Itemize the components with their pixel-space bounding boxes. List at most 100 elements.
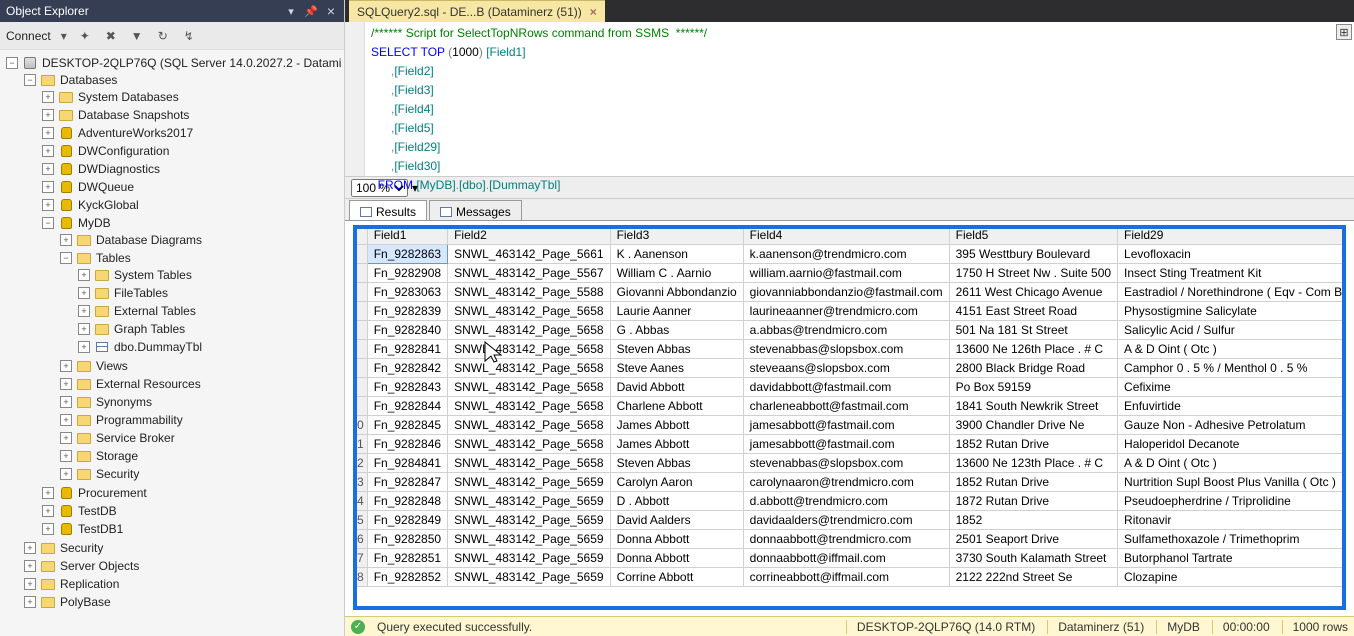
row-number-cell[interactable]: 2: [354, 454, 368, 473]
sql-code[interactable]: /****** Script for SelectTopNRows comman…: [365, 22, 713, 176]
data-cell[interactable]: Enfuvirtide: [1118, 397, 1346, 416]
split-icon[interactable]: ⊞: [1336, 24, 1352, 40]
row-number-cell[interactable]: [354, 321, 368, 340]
table-row[interactable]: Fn_9282839SNWL_483142_Page_5658Laurie Aa…: [354, 302, 1347, 321]
data-cell[interactable]: 1852: [949, 511, 1117, 530]
table-row[interactable]: 6Fn_9282850SNWL_483142_Page_5659Donna Ab…: [354, 530, 1347, 549]
row-number-cell[interactable]: 4: [354, 492, 368, 511]
data-cell[interactable]: David Aalders: [610, 511, 743, 530]
row-number-cell[interactable]: 6: [354, 530, 368, 549]
row-number-cell[interactable]: 5: [354, 511, 368, 530]
database-diagrams-node[interactable]: +Database Diagrams: [58, 232, 344, 248]
table-row[interactable]: Fn_9282844SNWL_483142_Page_5658Charlene …: [354, 397, 1347, 416]
data-cell[interactable]: SNWL_483142_Page_5658: [448, 359, 610, 378]
results-grid[interactable]: Field1 Field2 Field3 Field4 Field5 Field…: [353, 225, 1346, 610]
col-field5[interactable]: Field5: [949, 226, 1117, 245]
data-cell[interactable]: davidabbott@fastmail.com: [743, 378, 949, 397]
data-cell[interactable]: SNWL_483142_Page_5659: [448, 492, 610, 511]
data-cell[interactable]: Charlene Abbott: [610, 397, 743, 416]
data-cell[interactable]: Physostigmine Salicylate: [1118, 302, 1346, 321]
row-number-cell[interactable]: [354, 245, 368, 264]
data-cell[interactable]: Steven Abbas: [610, 340, 743, 359]
data-cell[interactable]: 3900 Chandler Drive Ne: [949, 416, 1117, 435]
tab-close-icon[interactable]: ×: [590, 5, 597, 19]
data-cell[interactable]: Fn_9282841: [367, 340, 447, 359]
table-row[interactable]: 2Fn_9284841SNWL_483142_Page_5658Steven A…: [354, 454, 1347, 473]
data-cell[interactable]: Fn_9282849: [367, 511, 447, 530]
db-mydb[interactable]: −MyDB: [40, 215, 344, 231]
data-cell[interactable]: SNWL_483142_Page_5658: [448, 302, 610, 321]
data-cell[interactable]: Steve Aanes: [610, 359, 743, 378]
data-cell[interactable]: Fn_9284841: [367, 454, 447, 473]
row-number-cell[interactable]: [354, 340, 368, 359]
db-dwconfiguration[interactable]: +DWConfiguration: [40, 143, 344, 159]
data-cell[interactable]: 1750 H Street Nw . Suite 500: [949, 264, 1117, 283]
table-row[interactable]: Fn_9282863SNWL_463142_Page_5661K . Aanen…: [354, 245, 1347, 264]
row-number-cell[interactable]: [354, 378, 368, 397]
data-cell[interactable]: SNWL_483142_Page_5658: [448, 321, 610, 340]
data-cell[interactable]: Butorphanol Tartrate: [1118, 549, 1346, 568]
server-objects-node[interactable]: +Server Objects: [22, 558, 344, 574]
data-cell[interactable]: James Abbott: [610, 435, 743, 454]
system-tables-node[interactable]: +System Tables: [76, 267, 344, 283]
tables-node[interactable]: −Tables: [58, 250, 344, 266]
row-number-cell[interactable]: 0: [354, 416, 368, 435]
data-cell[interactable]: G . Abbas: [610, 321, 743, 340]
data-cell[interactable]: donnaabbott@iffmail.com: [743, 549, 949, 568]
data-cell[interactable]: laurineaanner@trendmicro.com: [743, 302, 949, 321]
data-cell[interactable]: SNWL_463142_Page_5661: [448, 245, 610, 264]
data-cell[interactable]: Cefixime: [1118, 378, 1346, 397]
data-cell[interactable]: giovanniabbondanzio@fastmail.com: [743, 283, 949, 302]
data-cell[interactable]: Donna Abbott: [610, 549, 743, 568]
data-cell[interactable]: 1841 South Newkrik Street: [949, 397, 1117, 416]
system-databases-node[interactable]: +System Databases: [40, 89, 344, 105]
data-cell[interactable]: SNWL_483142_Page_5659: [448, 511, 610, 530]
row-number-cell[interactable]: [354, 264, 368, 283]
data-cell[interactable]: William C . Aarnio: [610, 264, 743, 283]
data-cell[interactable]: jamesabbott@fastmail.com: [743, 416, 949, 435]
table-row[interactable]: 7Fn_9282851SNWL_483142_Page_5659Donna Ab…: [354, 549, 1347, 568]
data-cell[interactable]: SNWL_483142_Page_5658: [448, 378, 610, 397]
table-row[interactable]: 3Fn_9282847SNWL_483142_Page_5659Carolyn …: [354, 473, 1347, 492]
data-cell[interactable]: David Abbott: [610, 378, 743, 397]
table-row[interactable]: Fn_9282908SNWL_483142_Page_5567William C…: [354, 264, 1347, 283]
data-cell[interactable]: 2501 Seaport Drive: [949, 530, 1117, 549]
data-cell[interactable]: Fn_9282908: [367, 264, 447, 283]
data-cell[interactable]: Carolyn Aaron: [610, 473, 743, 492]
data-cell[interactable]: Fn_9282847: [367, 473, 447, 492]
refresh-icon[interactable]: ↻: [155, 28, 171, 44]
table-row[interactable]: Fn_9282841SNWL_483142_Page_5658Steven Ab…: [354, 340, 1347, 359]
data-cell[interactable]: 13600 Ne 123th Place . # C: [949, 454, 1117, 473]
views-node[interactable]: +Views: [58, 358, 344, 374]
data-cell[interactable]: Fn_9282850: [367, 530, 447, 549]
data-cell[interactable]: 2122 222nd Street Se: [949, 568, 1117, 587]
data-cell[interactable]: SNWL_483142_Page_5588: [448, 283, 610, 302]
data-cell[interactable]: stevenabbas@slopsbox.com: [743, 340, 949, 359]
data-cell[interactable]: 1852 Rutan Drive: [949, 473, 1117, 492]
external-tables-node[interactable]: +External Tables: [76, 303, 344, 319]
col-field2[interactable]: Field2: [448, 226, 610, 245]
stop-icon[interactable]: ✖: [103, 28, 119, 44]
data-cell[interactable]: Salicylic Acid / Sulfur: [1118, 321, 1346, 340]
data-cell[interactable]: Fn_9282843: [367, 378, 447, 397]
col-field4[interactable]: Field4: [743, 226, 949, 245]
server-node[interactable]: −DESKTOP-2QLP76Q (SQL Server 14.0.2027.2…: [4, 55, 344, 71]
data-cell[interactable]: k.aanenson@trendmicro.com: [743, 245, 949, 264]
dropdown-icon[interactable]: ▾: [284, 4, 298, 18]
disconnect-icon[interactable]: ✦: [77, 28, 93, 44]
data-cell[interactable]: Corrine Abbott: [610, 568, 743, 587]
polybase-node[interactable]: +PolyBase: [22, 594, 344, 610]
row-number-cell[interactable]: [354, 283, 368, 302]
connect-button[interactable]: Connect: [6, 29, 51, 43]
data-cell[interactable]: Fn_9282851: [367, 549, 447, 568]
col-field3[interactable]: Field3: [610, 226, 743, 245]
external-resources-node[interactable]: +External Resources: [58, 376, 344, 392]
data-cell[interactable]: Eastradiol / Norethindrone ( Eqv - Com B…: [1118, 283, 1346, 302]
data-cell[interactable]: Sulfamethoxazole / Trimethoprim: [1118, 530, 1346, 549]
data-cell[interactable]: Fn_9282848: [367, 492, 447, 511]
db-adventureworks[interactable]: +AdventureWorks2017: [40, 125, 344, 141]
pin-icon[interactable]: 📌: [304, 4, 318, 18]
db-kyckglobal[interactable]: +KyckGlobal: [40, 197, 344, 213]
synonyms-node[interactable]: +Synonyms: [58, 394, 344, 410]
programmability-node[interactable]: +Programmability: [58, 412, 344, 428]
